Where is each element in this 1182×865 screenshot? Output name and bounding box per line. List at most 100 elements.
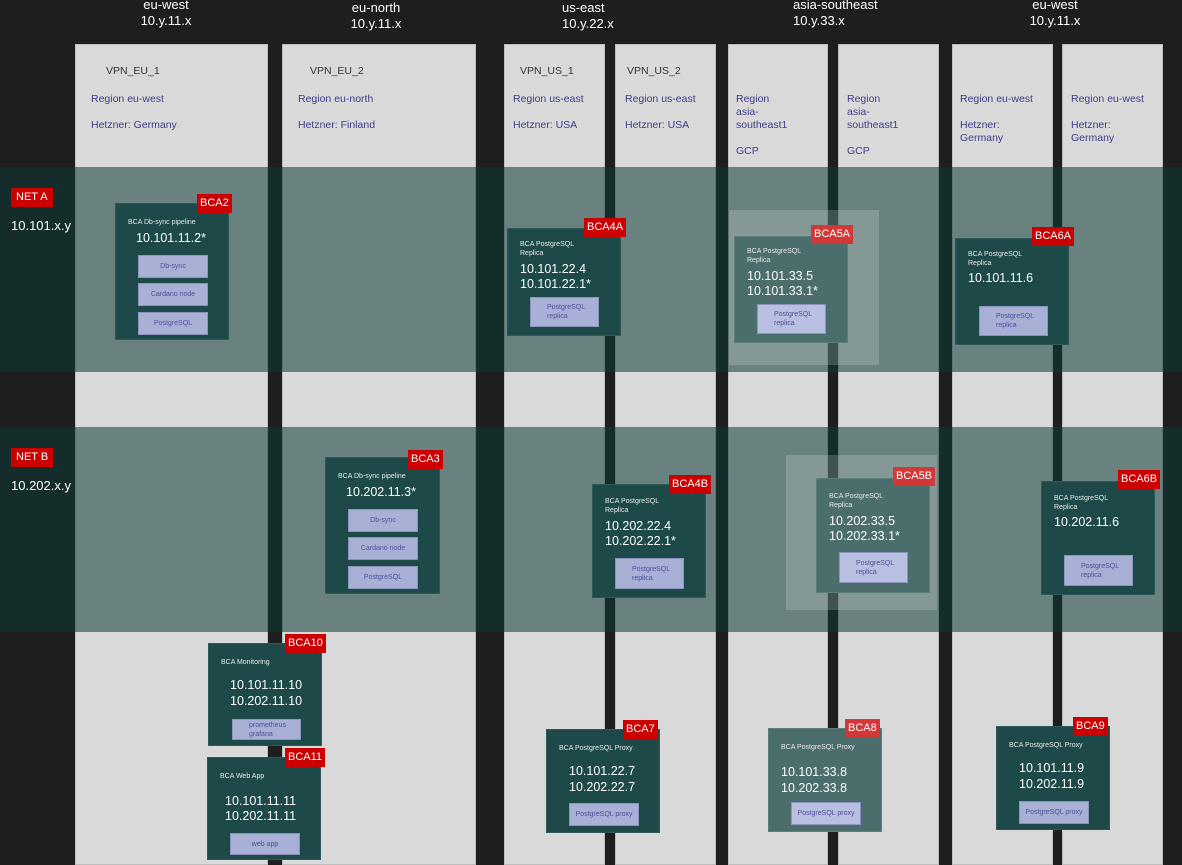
vpn-name: VPN_US_1 [520, 65, 574, 77]
vm-bca9[interactable]: BCA PostgreSQL Proxy 10.101.11.9 10.202.… [996, 726, 1110, 830]
vm-ip: 10.202.33.1* [829, 529, 900, 543]
column-region: Region eu-west [1071, 93, 1144, 105]
column-provider: Hetzner: Germany [1071, 119, 1115, 144]
vm-ip: 10.202.33.5 [829, 514, 896, 528]
service-db-sync: Db-sync [138, 255, 208, 278]
service-postgresql: PostgreSQL [138, 312, 208, 335]
vm-ip: 10.202.11.10 [230, 694, 303, 708]
region-header-asia-southeast: asia-southeast 10.y.33.x [793, 0, 903, 29]
vm-bca7[interactable]: BCA PostgreSQL Proxy 10.101.22.7 10.202.… [546, 729, 660, 833]
vm-ip: 10.101.33.1* [747, 284, 818, 298]
column-region: Region asia- southeast1 [736, 93, 788, 131]
tag-bca3: BCA3 [408, 450, 443, 469]
vm-title: BCA PostgreSQL Replica [968, 251, 1023, 267]
vm-bca3[interactable]: BCA Db-sync pipeline 10.202.11.3* Db-syn… [325, 457, 440, 594]
region-name: eu-north [351, 0, 401, 15]
region-header-eu-north: eu-north 10.y.11.x [320, 0, 432, 32]
column-region: Region eu-west [960, 93, 1033, 105]
vm-ip: 10.101.11.10 [230, 678, 303, 692]
vm-bca5a[interactable]: BCA PostgreSQL Replica 10.101.33.5 10.10… [734, 236, 848, 343]
column-provider: Hetzner: Germany [960, 119, 1004, 144]
service-postgresql-replica: PostgreSQL replica [615, 558, 684, 589]
vm-title: BCA Db-sync pipeline [128, 219, 196, 226]
service-postgresql-replica: PostgreSQL replica [839, 552, 908, 583]
vm-ip: 10.101.22.7 [569, 764, 636, 778]
vm-ip: 10.101.11.11 [225, 794, 297, 808]
tag-bca7: BCA7 [623, 720, 658, 739]
vm-bca8[interactable]: BCA PostgreSQL Proxy 10.101.33.8 10.202.… [768, 728, 882, 832]
region-subnet: 10.y.11.x [140, 13, 192, 28]
service-postgresql-proxy: PostgreSQL proxy [791, 802, 861, 825]
tag-bca9: BCA9 [1073, 717, 1108, 736]
tag-bca8: BCA8 [845, 719, 880, 738]
vm-ip: 10.101.11.6 [968, 271, 1034, 285]
region-name: asia-southeast [793, 0, 878, 12]
vm-bca6a[interactable]: BCA PostgreSQL Replica 10.101.11.6 Postg… [955, 238, 1069, 345]
column-region: Region asia- southeast1 [847, 93, 899, 131]
net-a-range: 10.101.x.y [11, 218, 71, 233]
net-b-range: 10.202.x.y [11, 478, 71, 493]
tag-bca6b: BCA6B [1118, 470, 1161, 489]
vm-title: BCA PostgreSQL Proxy [1009, 742, 1083, 749]
vm-title: BCA PostgreSQL Replica [520, 241, 575, 257]
vm-title: BCA Web App [220, 773, 265, 780]
vm-ip: 10.101.22.4 [520, 262, 587, 276]
region-name: eu-west [1032, 0, 1078, 12]
vm-ip: 10.101.11.2* [136, 231, 206, 245]
region-subnet: 10.y.22.x [562, 16, 614, 31]
column-provider: Hetzner: Finland [298, 119, 376, 131]
service-web-app: web app [230, 833, 300, 855]
column-region: Region eu-north [298, 93, 374, 105]
vm-ip: 10.101.22.1* [520, 277, 591, 291]
tag-bca4b: BCA4B [669, 475, 712, 494]
vm-ip: 10.202.11.3* [346, 485, 416, 499]
vm-bca2[interactable]: BCA Db-sync pipeline 10.101.11.2* Db-syn… [115, 203, 229, 340]
region-name: us-east [562, 0, 605, 15]
vm-bca5b[interactable]: BCA PostgreSQL Replica 10.202.33.5 10.20… [816, 478, 930, 593]
service-postgresql-replica: PostgreSQL replica [979, 306, 1048, 336]
vm-title: BCA PostgreSQL Proxy [781, 744, 855, 751]
vm-ip: 10.202.11.6 [1054, 515, 1120, 529]
service-postgresql-replica: PostgreSQL replica [530, 297, 599, 327]
service-db-sync: Db-sync [348, 509, 418, 532]
vm-bca11[interactable]: BCA Web App 10.101.11.11 10.202.11.11 we… [207, 757, 321, 860]
column-provider: Hetzner: Germany [91, 119, 177, 131]
region-subnet: 10.y.11.x [1029, 13, 1081, 28]
net-a-badge: NET A [11, 188, 53, 207]
vm-ip: 10.202.22.1* [605, 534, 676, 548]
tag-bca2: BCA2 [197, 194, 232, 213]
vpn-name: VPN_US_2 [627, 65, 681, 77]
service-postgresql-proxy: PostgreSQL proxy [1019, 801, 1089, 824]
column-provider: Hetzner: USA [513, 119, 578, 131]
vpn-name: VPN_EU_1 [106, 65, 160, 77]
vm-title: BCA PostgreSQL Proxy [559, 745, 633, 752]
column-region: Region us-east [625, 93, 696, 105]
network-band-net-b [0, 427, 1182, 632]
vm-title: BCA Db-sync pipeline [338, 473, 406, 480]
vm-title: BCA PostgreSQL Replica [747, 248, 802, 264]
column-provider: GCP [847, 145, 870, 157]
vm-ip: 10.101.33.5 [747, 269, 814, 283]
service-postgresql-replica: PostgreSQL replica [757, 304, 826, 334]
vm-ip: 10.202.22.4 [605, 519, 672, 533]
vm-ip: 10.202.22.7 [569, 780, 636, 794]
column-provider: GCP [736, 145, 759, 157]
tag-bca5b: BCA5B [893, 467, 936, 486]
service-cardano-node: Cardano node [348, 537, 418, 560]
vm-bca10[interactable]: BCA Monitoring 10.101.11.10 10.202.11.10… [208, 643, 322, 746]
service-prometheus-grafana: prometheus grafana [232, 719, 301, 740]
service-postgresql: PostgreSQL [348, 566, 418, 589]
vm-ip: 10.202.11.11 [225, 809, 297, 823]
vm-bca4a[interactable]: BCA PostgreSQL Replica 10.101.22.4 10.10… [507, 228, 621, 336]
tag-bca10: BCA10 [285, 634, 326, 653]
column-region: Region us-east [513, 93, 584, 105]
vm-bca4b[interactable]: BCA PostgreSQL Replica 10.202.22.4 10.20… [592, 484, 706, 598]
tag-bca5a: BCA5A [811, 225, 854, 244]
vm-title: BCA PostgreSQL Replica [605, 498, 660, 514]
tag-bca11: BCA11 [285, 748, 326, 767]
net-b-badge: NET B [11, 448, 54, 467]
vm-ip: 10.101.11.9 [1019, 761, 1085, 775]
vm-bca6b[interactable]: BCA PostgreSQL Replica 10.202.11.6 Postg… [1041, 481, 1155, 595]
vm-title: BCA PostgreSQL Replica [1054, 495, 1109, 511]
region-header-eu-west-2: eu-west 10.y.11.x [1010, 0, 1100, 29]
